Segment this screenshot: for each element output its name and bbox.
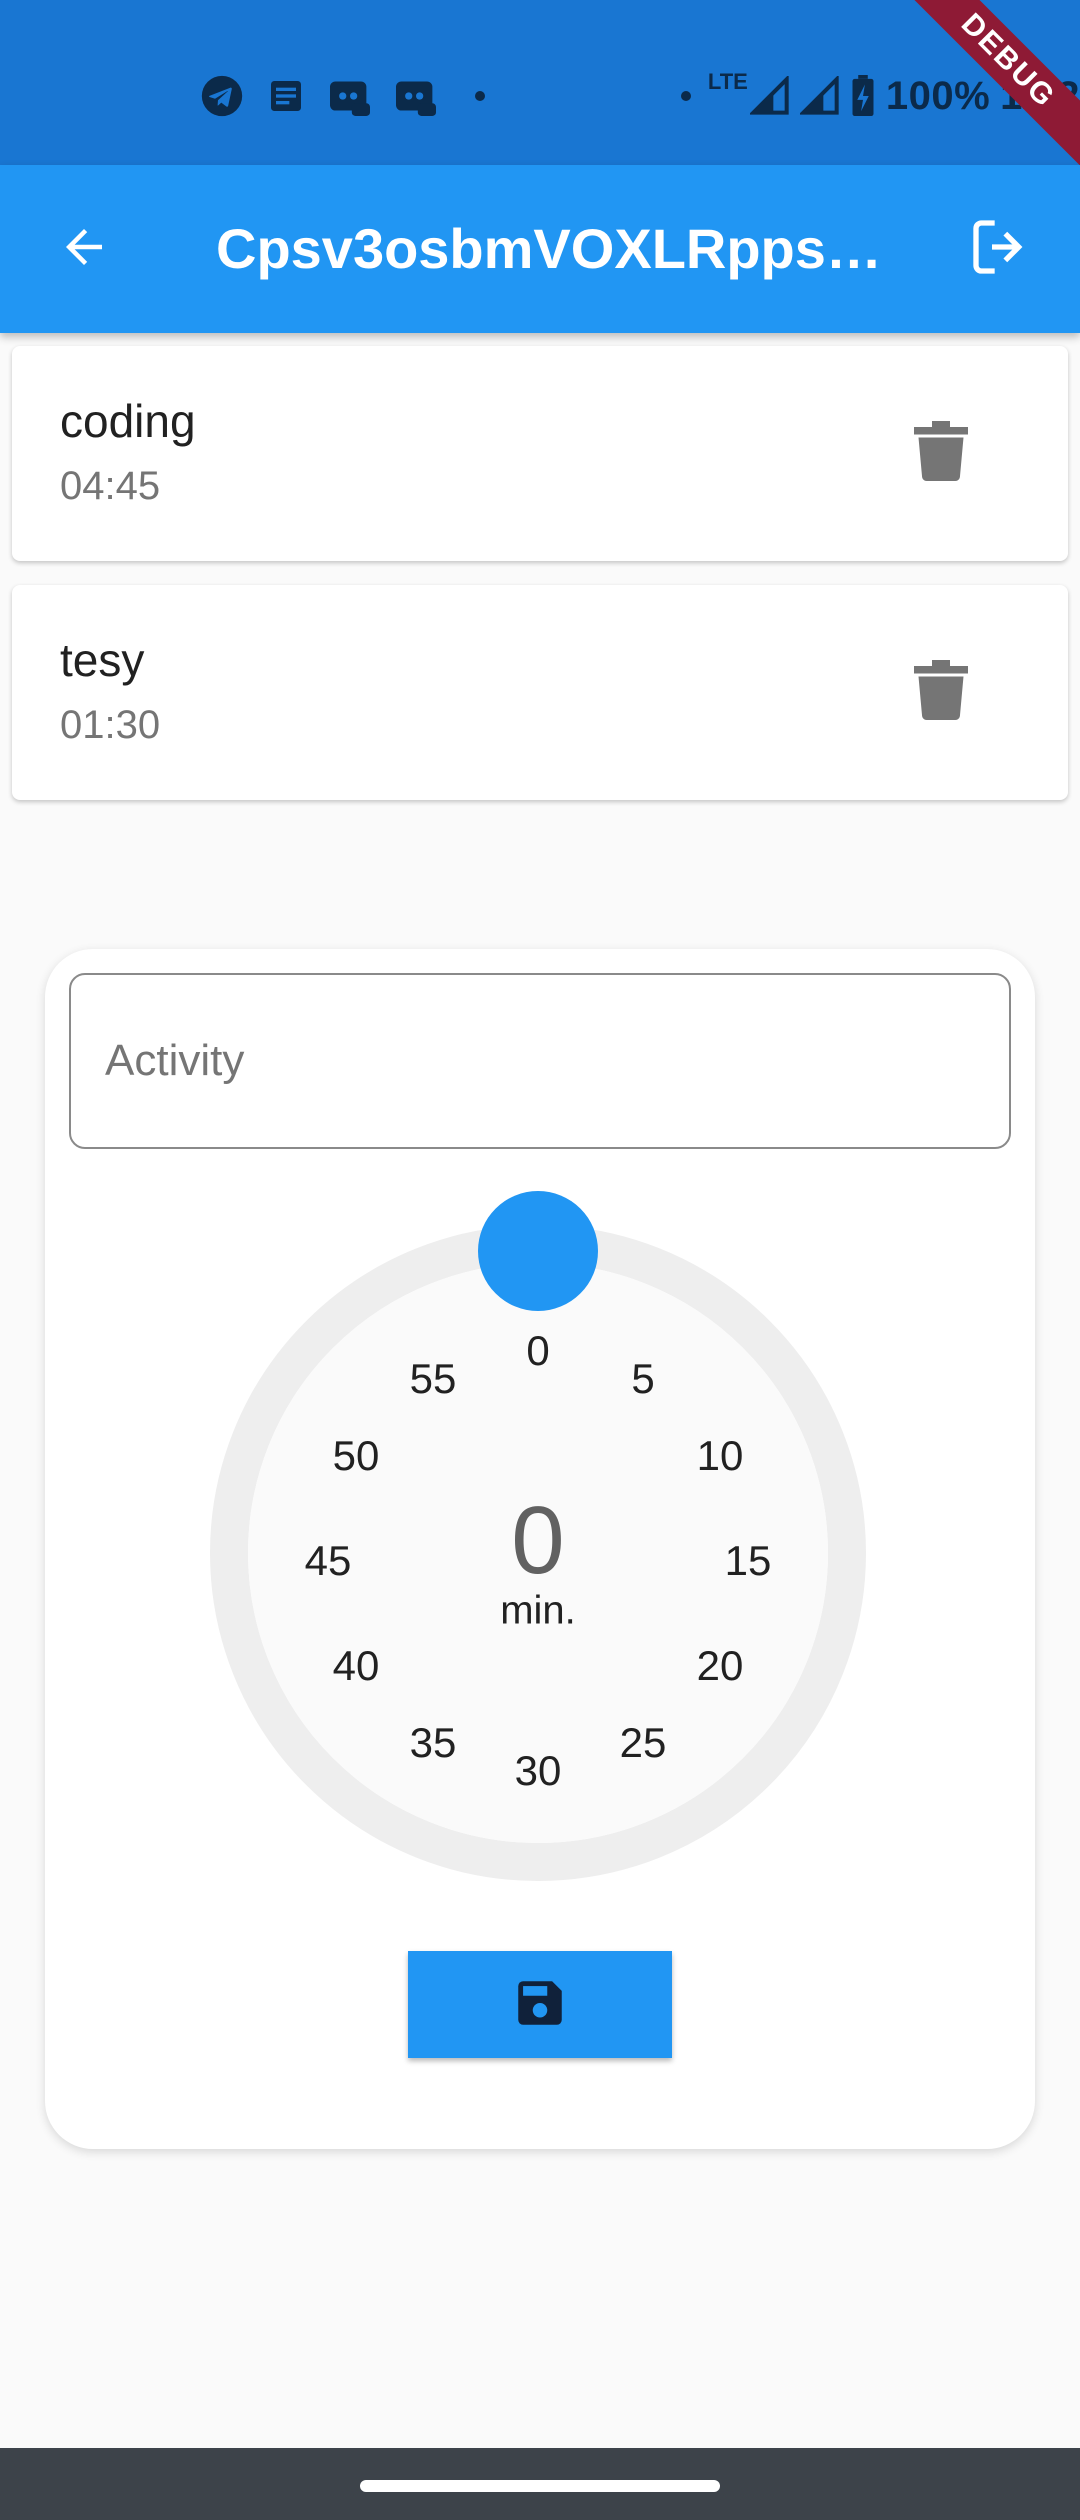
app-bar: Cpsv3osbmVOXLRppsj… xyxy=(0,165,1080,333)
notification-icons xyxy=(200,68,486,124)
dial-label-55: 55 xyxy=(409,1355,457,1402)
dial-label-40: 40 xyxy=(332,1642,380,1689)
status-clock: 11:2 xyxy=(1000,73,1080,118)
activity-input[interactable] xyxy=(69,973,1011,1149)
system-status: LTE 100% 11:2 xyxy=(680,68,1080,124)
activity-card[interactable]: coding 04:45 xyxy=(12,346,1068,561)
home-gesture-handle[interactable] xyxy=(360,2480,720,2492)
activity-card[interactable]: tesy 01:30 xyxy=(12,585,1068,800)
activity-duration: 01:30 xyxy=(60,703,161,747)
dial-handle[interactable] xyxy=(478,1191,598,1311)
dial-label-30: 30 xyxy=(514,1747,562,1794)
activity-name: coding xyxy=(60,395,196,447)
dial-label-50: 50 xyxy=(332,1432,380,1479)
battery-charging-icon xyxy=(850,75,876,117)
battery-percentage: 100% xyxy=(885,73,991,118)
trash-icon xyxy=(914,420,968,486)
discord-icon xyxy=(328,76,372,116)
telegram-icon xyxy=(200,74,244,118)
notes-icon xyxy=(266,76,306,116)
dial-label-15: 15 xyxy=(724,1537,772,1584)
delete-button[interactable] xyxy=(906,418,976,488)
signal-icon xyxy=(799,76,840,116)
dot-icon xyxy=(680,90,692,102)
back-button[interactable] xyxy=(44,209,124,289)
activity-name: tesy xyxy=(60,634,145,686)
dial-label-10: 10 xyxy=(696,1432,744,1479)
timer-unit: min. xyxy=(500,1588,576,1633)
network-type-label: LTE xyxy=(707,69,748,94)
trash-icon xyxy=(914,659,968,725)
delete-button[interactable] xyxy=(906,657,976,727)
floppy-disk-icon xyxy=(511,1974,569,2035)
page-title: Cpsv3osbmVOXLRppsj… xyxy=(216,217,886,280)
logout-button[interactable] xyxy=(960,209,1040,289)
signal-icon xyxy=(749,76,790,116)
duration-dial[interactable]: 0 5 10 15 20 25 30 35 40 45 50 55 0 min. xyxy=(210,1191,866,1881)
dial-label-25: 25 xyxy=(619,1719,667,1766)
save-button[interactable] xyxy=(408,1951,672,2058)
activity-duration: 04:45 xyxy=(60,464,161,508)
dial-label-0: 0 xyxy=(526,1327,550,1374)
dial-label-45: 45 xyxy=(304,1537,352,1584)
timer-value: 0 xyxy=(511,1487,565,1594)
system-navigation-bar xyxy=(0,2448,1080,2520)
dot-icon xyxy=(474,90,486,102)
add-activity-panel: 0 5 10 15 20 25 30 35 40 45 50 55 0 min. xyxy=(45,949,1035,2149)
logout-icon xyxy=(968,215,1032,284)
arrow-back-icon xyxy=(57,220,111,279)
dial-label-20: 20 xyxy=(696,1642,744,1689)
discord-icon xyxy=(394,76,438,116)
dial-label-5: 5 xyxy=(631,1355,655,1402)
dial-label-35: 35 xyxy=(409,1719,457,1766)
status-bar: LTE 100% 11:2 DEBUG xyxy=(0,0,1080,170)
